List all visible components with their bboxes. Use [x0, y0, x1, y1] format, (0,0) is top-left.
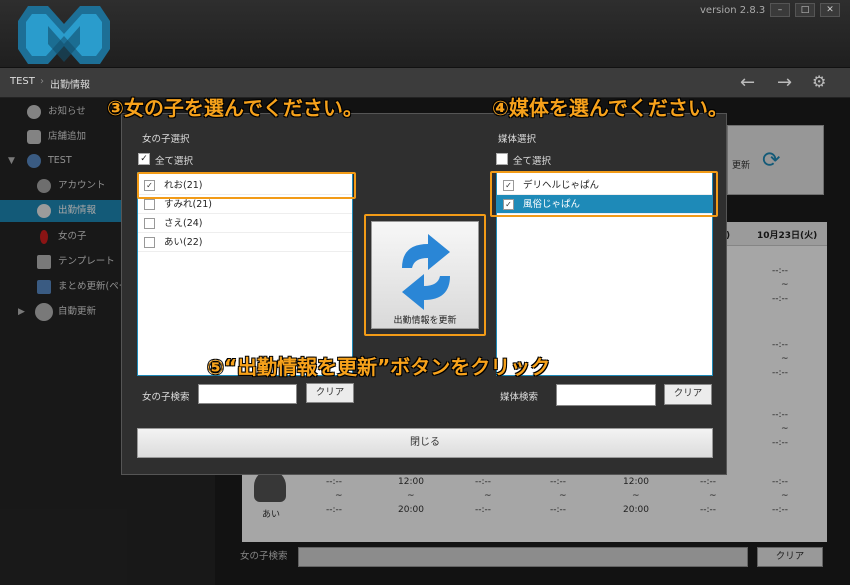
annotation-step4: ④媒体を選んでください。 — [492, 96, 728, 120]
breadcrumb-root[interactable]: TEST — [10, 76, 35, 87]
girl-search-label: 女の子検索 — [142, 392, 190, 403]
refresh-arrows-icon — [402, 234, 450, 310]
girl-clear-button[interactable]: クリア — [306, 383, 354, 403]
maximize-button[interactable]: □ — [795, 3, 815, 17]
app-logo — [18, 6, 110, 64]
girl-search-input[interactable] — [198, 384, 297, 404]
list-item[interactable]: あい(22) — [138, 233, 352, 252]
media-search-input[interactable] — [556, 384, 656, 406]
checkbox[interactable] — [144, 237, 155, 248]
girl-select-title: 女の子選択 — [142, 134, 190, 145]
list-item-label: さえ(24) — [164, 218, 203, 229]
highlight-girl — [137, 172, 356, 199]
forward-arrow-icon[interactable]: → — [777, 72, 792, 93]
list-item-label: あい(22) — [164, 237, 203, 248]
minimize-button[interactable]: – — [770, 3, 790, 17]
breadcrumb-current[interactable]: 出勤情報 — [50, 76, 90, 91]
media-select-all-label: 全て選択 — [513, 156, 552, 167]
close-dialog-button[interactable]: 閉じる — [137, 428, 713, 458]
media-clear-button[interactable]: クリア — [664, 384, 712, 405]
girl-list: ✓ れお(21) すみれ(21) さえ(24) あい(22) — [137, 172, 353, 376]
highlight-media — [490, 171, 718, 217]
girl-select-all-checkbox[interactable]: ✓ — [138, 153, 150, 165]
close-window-button[interactable]: ✕ — [820, 3, 840, 17]
breadcrumb-separator-icon: › — [40, 76, 44, 87]
media-search-label: 媒体検索 — [500, 392, 539, 403]
back-arrow-icon[interactable]: ← — [740, 72, 755, 93]
checkbox[interactable] — [144, 218, 155, 229]
media-select-all-checkbox[interactable] — [496, 153, 508, 165]
settings-gear-icon[interactable]: ⚙ — [812, 72, 826, 91]
update-button-label: 出勤情報を更新 — [393, 316, 457, 326]
list-item[interactable]: さえ(24) — [138, 214, 352, 233]
annotation-step5: ⑤“出勤情報を更新”ボタンをクリック — [207, 355, 551, 379]
checkbox[interactable] — [144, 199, 155, 210]
version-label: version 2.8.3 — [700, 5, 766, 16]
girl-select-all-label: 全て選択 — [155, 156, 194, 167]
annotation-step3: ③女の子を選んでください。 — [107, 96, 363, 120]
media-select-title: 媒体選択 — [498, 134, 537, 145]
